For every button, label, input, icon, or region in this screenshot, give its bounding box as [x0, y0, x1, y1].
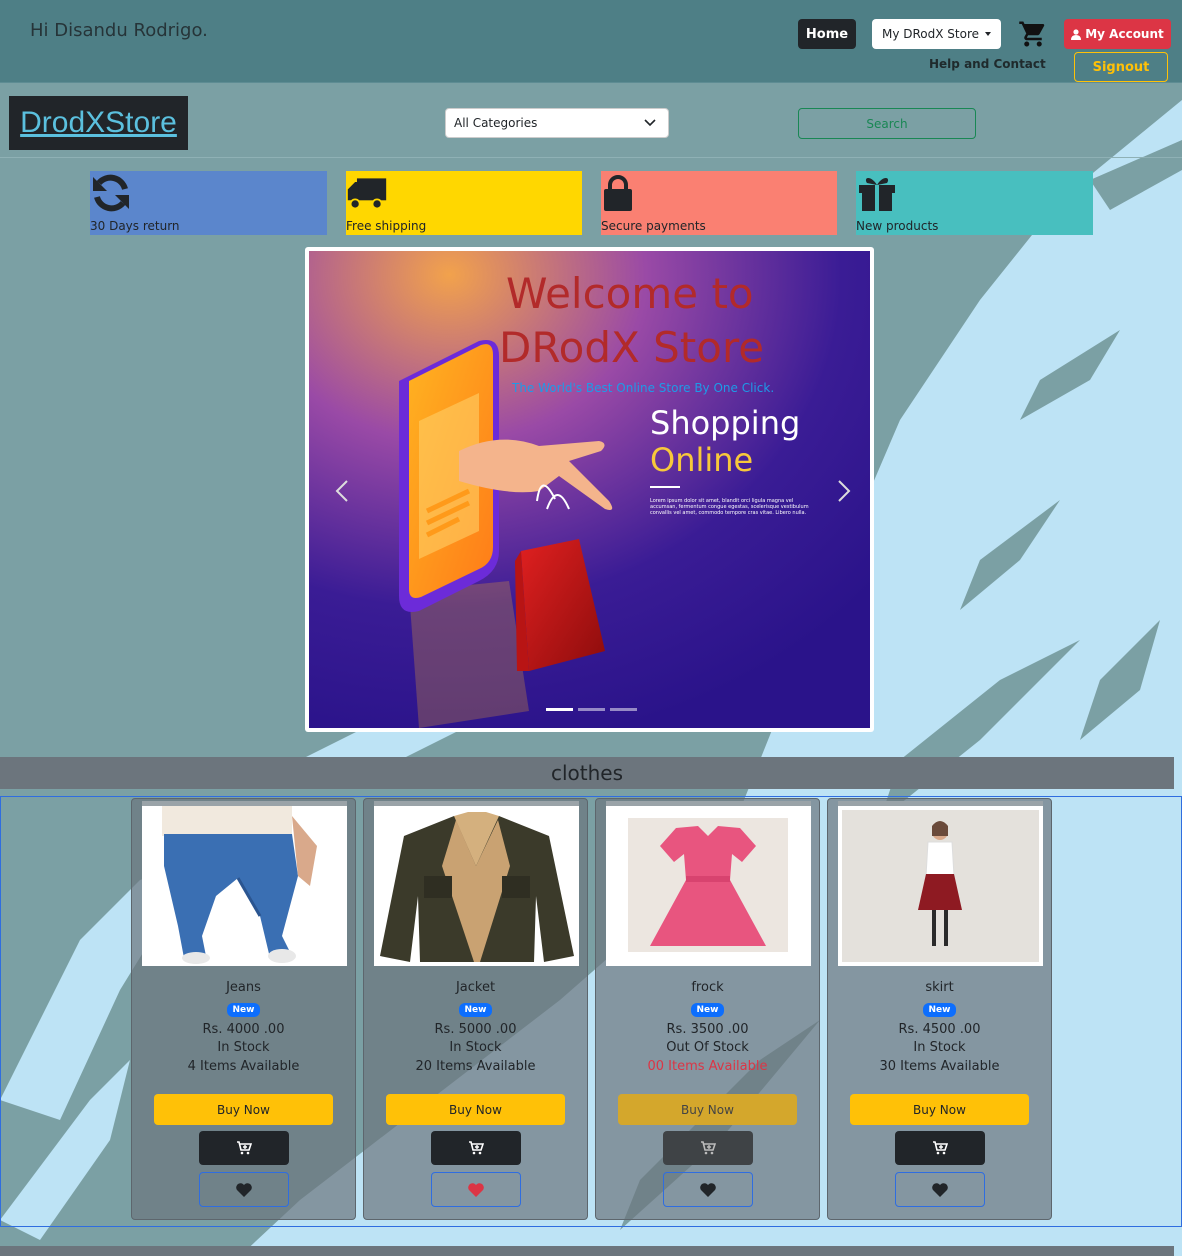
add-to-cart-button[interactable] — [663, 1131, 753, 1165]
stock-status: In Stock — [913, 1040, 966, 1055]
product-card: frock New Rs. 3500 .00 Out Of Stock 00 I… — [595, 798, 820, 1220]
site-logo[interactable]: DrodXStore — [9, 96, 188, 150]
my-store-label: My DRodX Store — [881, 27, 980, 41]
product-name: skirt — [925, 980, 954, 995]
chevron-right-icon — [838, 480, 851, 502]
feature-label: New products — [856, 219, 939, 233]
cart-plus-icon — [933, 1141, 948, 1155]
product-image-jeans[interactable] — [142, 801, 347, 966]
caret-down-icon — [985, 32, 992, 36]
gift-icon — [859, 178, 895, 211]
feature-new-products: New products — [856, 171, 1093, 235]
cart-icon[interactable] — [1018, 19, 1048, 49]
carousel-next-button[interactable] — [833, 479, 853, 503]
add-to-cart-button[interactable] — [431, 1131, 521, 1165]
carousel-indicator[interactable] — [610, 708, 637, 711]
feature-secure: Secure payments — [601, 171, 837, 235]
new-badge: New — [458, 1003, 493, 1017]
stock-status: Out Of Stock — [666, 1040, 749, 1055]
chevron-left-icon — [335, 480, 348, 502]
feature-returns: 30 Days return — [90, 171, 327, 235]
my-account-label: My Account — [1085, 27, 1164, 41]
product-image-frock[interactable] — [606, 801, 811, 966]
buy-now-button[interactable]: Buy Now — [386, 1094, 565, 1125]
feature-label: 30 Days return — [90, 219, 180, 233]
heart-icon — [700, 1182, 716, 1197]
buy-now-button[interactable]: Buy Now — [850, 1094, 1029, 1125]
carousel-indicator[interactable] — [546, 708, 573, 711]
top-navbar: Hi Disandu Rodrigo. Home My DRodX Store … — [0, 0, 1182, 83]
product-name: Jeans — [226, 980, 261, 995]
heart-icon — [236, 1182, 252, 1197]
product-card: Jeans New Rs. 4000 .00 In Stock 4 Items … — [131, 798, 356, 1220]
feature-label: Free shipping — [346, 219, 427, 233]
items-available: 30 Items Available — [879, 1059, 1000, 1074]
carousel-online-text: Online — [650, 441, 754, 479]
add-to-wishlist-button[interactable] — [895, 1172, 985, 1207]
greeting-text: Hi Disandu Rodrigo. — [30, 20, 208, 41]
carousel-slide: Welcome to DRodX Store The World's Best … — [309, 251, 870, 728]
carousel-indicator[interactable] — [578, 708, 605, 711]
my-account-button[interactable]: My Account — [1064, 19, 1171, 49]
carousel-body-text: Lorem ipsum dolor sit amet, blandit orci… — [650, 498, 809, 516]
next-section-bar — [0, 1246, 1174, 1256]
cart-plus-icon — [701, 1141, 716, 1155]
product-price: Rs. 4500 .00 — [898, 1022, 981, 1037]
items-available: 4 Items Available — [187, 1059, 300, 1074]
signout-button[interactable]: Signout — [1074, 52, 1168, 82]
chevron-down-icon — [644, 119, 656, 127]
product-name: frock — [691, 980, 724, 995]
carousel-prev-button[interactable] — [333, 479, 353, 503]
items-available: 00 Items Available — [647, 1059, 768, 1074]
cart-plus-icon — [469, 1141, 484, 1155]
product-price: Rs. 5000 .00 — [434, 1022, 517, 1037]
items-available: 20 Items Available — [415, 1059, 536, 1074]
carousel-title-line2: DRodX Store — [499, 323, 765, 372]
header-divider — [0, 157, 1182, 158]
add-to-wishlist-button[interactable] — [199, 1172, 289, 1207]
product-card: Jacket New Rs. 5000 .00 In Stock 20 Item… — [363, 798, 588, 1220]
buy-now-button[interactable]: Buy Now — [154, 1094, 333, 1125]
home-button[interactable]: Home — [798, 19, 856, 49]
add-to-cart-button[interactable] — [199, 1131, 289, 1165]
category-selected-value: All Categories — [454, 116, 538, 130]
new-badge: New — [690, 1003, 725, 1017]
buy-now-button[interactable]: Buy Now — [618, 1094, 797, 1125]
user-icon — [1071, 28, 1082, 40]
add-to-wishlist-button[interactable] — [663, 1172, 753, 1207]
add-to-wishlist-button[interactable] — [431, 1172, 521, 1207]
product-image-skirt[interactable] — [838, 801, 1043, 966]
lock-icon — [604, 175, 632, 211]
product-card: skirt New Rs. 4500 .00 In Stock 30 Items… — [827, 798, 1052, 1220]
search-button[interactable]: Search — [798, 108, 976, 139]
my-store-dropdown[interactable]: My DRodX Store — [872, 19, 1001, 49]
category-select[interactable]: All Categories — [445, 108, 669, 138]
heart-icon — [468, 1182, 484, 1197]
heart-icon — [932, 1182, 948, 1197]
product-price: Rs. 3500 .00 — [666, 1022, 749, 1037]
feature-label: Secure payments — [601, 219, 706, 233]
carousel-shopping-text: Shopping — [650, 404, 801, 442]
product-image-jacket[interactable] — [374, 801, 579, 966]
help-contact-link[interactable]: Help and Contact — [929, 57, 1046, 71]
refresh-icon — [93, 174, 129, 212]
stock-status: In Stock — [449, 1040, 502, 1055]
add-to-cart-button[interactable] — [895, 1131, 985, 1165]
section-title: clothes — [0, 757, 1174, 789]
logo-text: DrodXStore — [20, 106, 177, 139]
stock-status: In Stock — [217, 1040, 270, 1055]
truck-icon — [347, 178, 387, 210]
cart-plus-icon — [237, 1141, 252, 1155]
new-badge: New — [226, 1003, 261, 1017]
carousel-subtitle: The World's Best Online Store By One Cli… — [512, 381, 775, 395]
feature-shipping: Free shipping — [346, 171, 582, 235]
carousel-title-line1: Welcome to — [506, 269, 754, 318]
product-name: Jacket — [455, 980, 496, 995]
carousel-indicators — [546, 708, 637, 711]
new-badge: New — [922, 1003, 957, 1017]
product-price: Rs. 4000 .00 — [202, 1022, 285, 1037]
hero-carousel: Welcome to DRodX Store The World's Best … — [305, 247, 874, 732]
